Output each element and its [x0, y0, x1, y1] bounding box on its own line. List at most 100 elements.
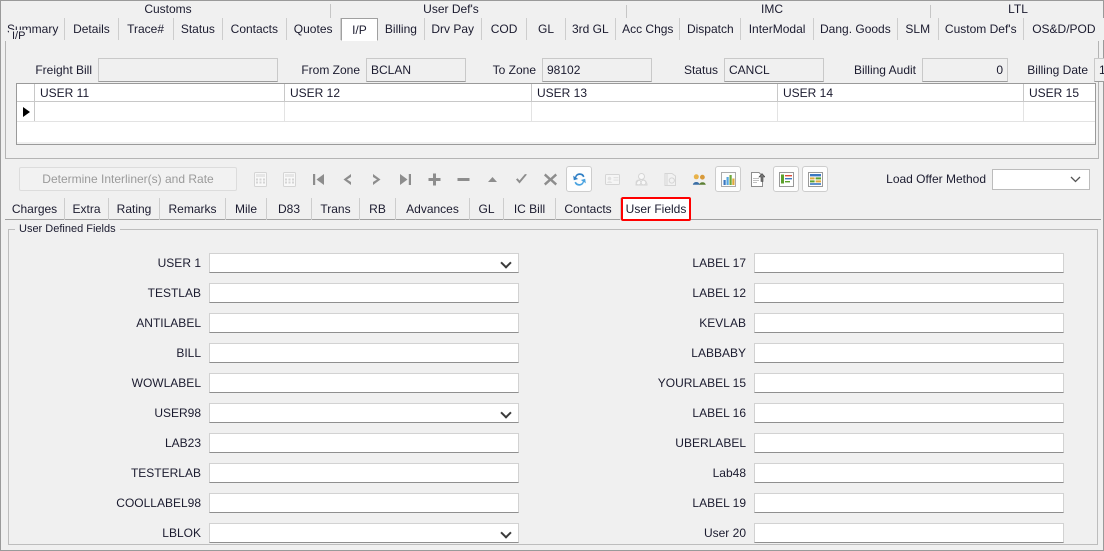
billing-date-label: Billing Date — [1008, 63, 1094, 77]
next-record-button[interactable] — [363, 166, 389, 192]
grid-column-header[interactable]: USER 15 — [1024, 84, 1096, 101]
detail-tab-extra[interactable]: Extra — [65, 198, 109, 220]
user-field-input-user-20[interactable] — [754, 523, 1064, 543]
first-record-button[interactable] — [305, 166, 331, 192]
user-field-input-lab23[interactable] — [209, 433, 519, 453]
top-tab-drv-pay[interactable]: Drv Pay — [425, 18, 482, 40]
add-record-button[interactable] — [421, 166, 447, 192]
top-tab-contacts[interactable]: Contacts — [223, 18, 286, 40]
top-tab-slm[interactable]: SLM — [898, 18, 939, 40]
detail-tab-user-fields[interactable]: User Fields — [621, 197, 691, 221]
user-field-input-wowlabel[interactable] — [209, 373, 519, 393]
grid-cell[interactable] — [532, 102, 778, 121]
detail-tab-rating[interactable]: Rating — [109, 198, 160, 220]
top-tab-cod[interactable]: COD — [482, 18, 528, 40]
grid-column-header[interactable]: USER 14 — [778, 84, 1024, 101]
to-zone-input[interactable]: 98102 — [542, 58, 652, 82]
grid-cell[interactable] — [285, 102, 532, 121]
chevron-down-icon[interactable] — [500, 257, 511, 268]
last-record-button[interactable] — [392, 166, 418, 192]
edit-record-button[interactable] — [479, 166, 505, 192]
user-field-input-kevlab[interactable] — [754, 313, 1064, 333]
tab-label: Custom Def's — [945, 22, 1017, 36]
determine-interliner-button[interactable]: Determine Interliner(s) and Rate — [19, 167, 237, 191]
user-field-label-antilabel: ANTILABEL — [9, 316, 209, 330]
upload-document-button[interactable] — [744, 166, 770, 192]
top-tab-dang-goods[interactable]: Dang. Goods — [814, 18, 898, 40]
post-edit-button[interactable] — [508, 166, 534, 192]
top-tab-acc-chgs[interactable]: Acc Chgs — [616, 18, 680, 40]
detail-tab-rb[interactable]: RB — [360, 198, 396, 220]
cancel-edit-button[interactable] — [537, 166, 563, 192]
user-fields-grid[interactable]: USER 11USER 12USER 13USER 14USER 15 — [16, 83, 1096, 145]
chart-button[interactable] — [715, 166, 741, 192]
top-tab-intermodal[interactable]: InterModal — [741, 18, 814, 40]
table-row[interactable] — [17, 102, 1095, 122]
top-tab-custom-def-s[interactable]: Custom Def's — [939, 18, 1024, 40]
grid-horizontal-scrollbar[interactable] — [17, 142, 1095, 145]
detail-tab-charges[interactable]: Charges — [5, 198, 65, 220]
user-field-input-label-19[interactable] — [754, 493, 1064, 513]
status-input[interactable]: CANCL — [724, 58, 824, 82]
user-field-select-user-1[interactable] — [209, 253, 519, 273]
user-field-input-coollabel98[interactable] — [209, 493, 519, 513]
user-field-input-testerlab[interactable] — [209, 463, 519, 483]
user-field-row-yourlabel-15: YOURLABEL 15 — [554, 368, 1099, 398]
tab-label: User Fields — [626, 202, 687, 216]
load-offer-method-select[interactable] — [992, 169, 1090, 190]
detail-tab-gl[interactable]: GL — [470, 198, 504, 220]
top-tab-dispatch[interactable]: Dispatch — [680, 18, 741, 40]
billing-date-input[interactable]: 11/4/2023 — [1094, 58, 1104, 82]
user-field-input-lab48[interactable] — [754, 463, 1064, 483]
from-zone-field: From ZoneBCLAN — [278, 57, 466, 83]
grid-cell[interactable] — [35, 102, 285, 121]
detail-tab-bar[interactable]: ChargesExtraRatingRemarksMileD83TransRBA… — [5, 198, 1101, 220]
top-tab-status[interactable]: Status — [174, 18, 223, 40]
user-field-input-uberlabel[interactable] — [754, 433, 1064, 453]
freight-bill-input[interactable] — [98, 58, 278, 82]
user-field-input-labbaby[interactable] — [754, 343, 1064, 363]
delete-record-button[interactable] — [450, 166, 476, 192]
detail-tab-d83[interactable]: D83 — [267, 198, 312, 220]
user-field-input-testlab[interactable] — [209, 283, 519, 303]
grid-column-header[interactable]: USER 11 — [35, 84, 285, 101]
user-field-input-antilabel[interactable] — [209, 313, 519, 333]
tab-label: IC Bill — [514, 202, 545, 216]
users-button[interactable] — [686, 166, 712, 192]
detail-tab-advances[interactable]: Advances — [396, 198, 470, 220]
top-tab-details[interactable]: Details — [65, 18, 118, 40]
detail-tab-contacts[interactable]: Contacts — [556, 198, 621, 220]
top-tab-billing[interactable]: Billing — [378, 18, 425, 40]
top-tab-gl[interactable]: GL — [527, 18, 565, 40]
user-field-input-label-12[interactable] — [754, 283, 1064, 303]
user-field-select-lblok[interactable] — [209, 523, 519, 543]
grid-cell[interactable] — [778, 102, 1024, 121]
chevron-down-icon[interactable] — [500, 407, 511, 418]
top-tab-quotes[interactable]: Quotes — [287, 18, 341, 40]
row-selector-cell[interactable] — [17, 102, 35, 121]
detail-tab-ic-bill[interactable]: IC Bill — [504, 198, 556, 220]
previous-record-button[interactable] — [334, 166, 360, 192]
user-field-input-yourlabel-15[interactable] — [754, 373, 1064, 393]
from-zone-input[interactable]: BCLAN — [366, 58, 466, 82]
billing-audit-input[interactable]: 0 — [922, 58, 1008, 82]
top-tab-3rd-gl[interactable]: 3rd GL — [566, 18, 616, 40]
grid-column-header[interactable]: USER 13 — [532, 84, 778, 101]
user-field-input-bill[interactable] — [209, 343, 519, 363]
detail-tab-trans[interactable]: Trans — [312, 198, 360, 220]
chevron-down-icon[interactable] — [500, 527, 511, 538]
notes-button[interactable] — [773, 166, 799, 192]
user-field-input-label-16[interactable] — [754, 403, 1064, 423]
detail-tab-remarks[interactable]: Remarks — [160, 198, 226, 220]
user-field-select-user98[interactable] — [209, 403, 519, 423]
report-button[interactable] — [802, 166, 828, 192]
top-tab-trace[interactable]: Trace# — [119, 18, 174, 40]
grid-column-header[interactable]: USER 12 — [285, 84, 532, 101]
user-field-input-label-17[interactable] — [754, 253, 1064, 273]
top-tab-i-p[interactable]: I/P — [341, 18, 378, 41]
grid-cell[interactable] — [1024, 102, 1096, 121]
detail-tab-mile[interactable]: Mile — [226, 198, 267, 220]
top-tab-os-d-pod[interactable]: OS&D/POD — [1024, 18, 1104, 40]
top-tab-bar[interactable]: SummaryDetailsTrace#StatusContactsQuotes… — [1, 18, 1104, 40]
refresh-button[interactable] — [566, 166, 592, 192]
